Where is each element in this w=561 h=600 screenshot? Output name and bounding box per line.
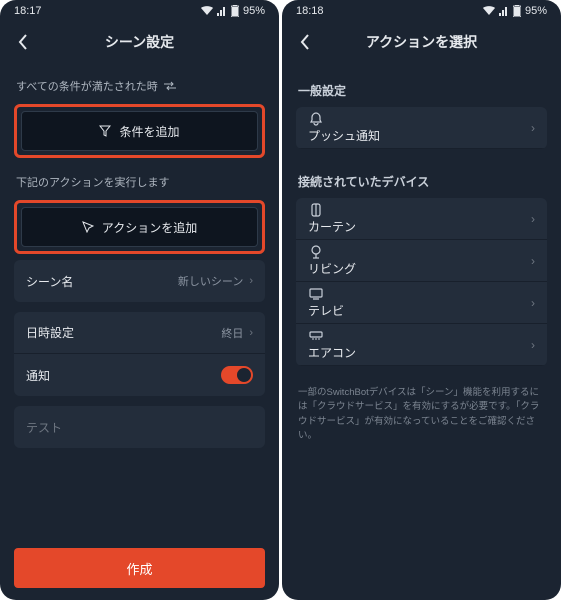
devices-group: カーテン › リビング › テレビ › [296, 198, 547, 366]
chevron-right-icon: › [531, 338, 535, 352]
status-icons: 95% [201, 5, 265, 17]
content: すべての条件が満たされた時 条件を追加 下記のアクションを実行します アクション… [0, 62, 279, 600]
status-battery: 95% [525, 5, 547, 17]
scene-name-label: シーン名 [26, 273, 73, 290]
page-title: シーン設定 [105, 32, 174, 52]
general-group: プッシュ通知 › [296, 107, 547, 149]
add-action-label: アクションを追加 [102, 219, 197, 236]
settings-group: 日時設定 終日 › 通知 [14, 312, 265, 396]
cursor-icon [82, 221, 94, 233]
wifi-icon [201, 6, 213, 16]
back-button[interactable] [290, 27, 320, 57]
chevron-right-icon: › [531, 121, 535, 135]
device-living-row[interactable]: リビング › [296, 240, 547, 282]
status-time: 18:18 [296, 5, 324, 17]
actions-label: 下記のアクションを実行します [14, 164, 265, 200]
datetime-value: 終日 [221, 325, 243, 341]
status-battery: 95% [243, 5, 265, 17]
bell-icon [308, 111, 324, 127]
create-label: 作成 [126, 559, 152, 578]
battery-icon [231, 5, 239, 17]
conditions-label: すべての条件が満たされた時 [14, 68, 265, 104]
notify-label: 通知 [26, 367, 50, 384]
device-label: カーテン [308, 220, 356, 234]
page-title: アクションを選択 [366, 32, 477, 52]
highlight-condition: 条件を追加 [14, 104, 265, 158]
device-label: テレビ [308, 304, 344, 318]
create-button[interactable]: 作成 [14, 548, 265, 588]
conditions-label-text: すべての条件が満たされた時 [16, 78, 158, 94]
scene-name-group: シーン名 新しいシーン › [14, 260, 265, 302]
phone-left: 18:17 95% シーン設定 すべての条件が満たされた時 条件を追加 下記のア… [0, 0, 279, 600]
header: シーン設定 [0, 22, 279, 62]
chevron-left-icon [18, 34, 28, 50]
section-devices: 接続されていたデバイス [296, 159, 547, 198]
signal-icon [499, 6, 509, 16]
device-tv-row[interactable]: テレビ › [296, 282, 547, 324]
highlight-action: アクションを追加 [14, 200, 265, 254]
ac-icon [308, 328, 324, 344]
actions-label-text: 下記のアクションを実行します [16, 174, 169, 190]
device-curtain-row[interactable]: カーテン › [296, 198, 547, 240]
chevron-right-icon: › [249, 327, 253, 339]
device-label: エアコン [308, 346, 356, 360]
push-row[interactable]: プッシュ通知 › [296, 107, 547, 149]
test-placeholder: テスト [26, 419, 62, 436]
tv-icon [308, 286, 324, 302]
header: アクションを選択 [282, 22, 561, 62]
back-button[interactable] [8, 27, 38, 57]
scene-name-value: 新しいシーン [178, 273, 243, 289]
curtain-icon [308, 202, 324, 218]
test-input[interactable]: テスト [14, 406, 265, 448]
lamp-icon [308, 244, 324, 260]
phone-right: 18:18 95% アクションを選択 一般設定 プッシュ通知 › 接続されていた… [282, 0, 561, 600]
notify-toggle[interactable] [221, 366, 253, 384]
status-time: 18:17 [14, 5, 42, 17]
chevron-right-icon: › [249, 275, 253, 287]
datetime-row[interactable]: 日時設定 終日 › [14, 312, 265, 354]
chevron-right-icon: › [531, 212, 535, 226]
content: 一般設定 プッシュ通知 › 接続されていたデバイス カーテン › [282, 62, 561, 600]
section-general: 一般設定 [296, 68, 547, 107]
add-action-button[interactable]: アクションを追加 [21, 207, 258, 247]
notify-row: 通知 [14, 354, 265, 396]
filter-icon [99, 125, 111, 137]
status-icons: 95% [483, 5, 547, 17]
chevron-left-icon [300, 34, 310, 50]
status-bar: 18:17 95% [0, 0, 279, 22]
hint-text: 一部のSwitchBotデバイスは「シーン」機能を利用するには「クラウドサービス… [296, 376, 547, 453]
battery-icon [513, 5, 521, 17]
add-condition-label: 条件を追加 [119, 123, 179, 140]
signal-icon [217, 6, 227, 16]
chevron-right-icon: › [531, 296, 535, 310]
add-condition-button[interactable]: 条件を追加 [21, 111, 258, 151]
push-label: プッシュ通知 [308, 129, 380, 143]
wifi-icon [483, 6, 495, 16]
status-bar: 18:18 95% [282, 0, 561, 22]
scene-name-row[interactable]: シーン名 新しいシーン › [14, 260, 265, 302]
device-label: リビング [308, 262, 356, 276]
device-ac-row[interactable]: エアコン › [296, 324, 547, 366]
datetime-label: 日時設定 [26, 324, 74, 341]
chevron-right-icon: › [531, 254, 535, 268]
swap-icon [164, 81, 176, 91]
